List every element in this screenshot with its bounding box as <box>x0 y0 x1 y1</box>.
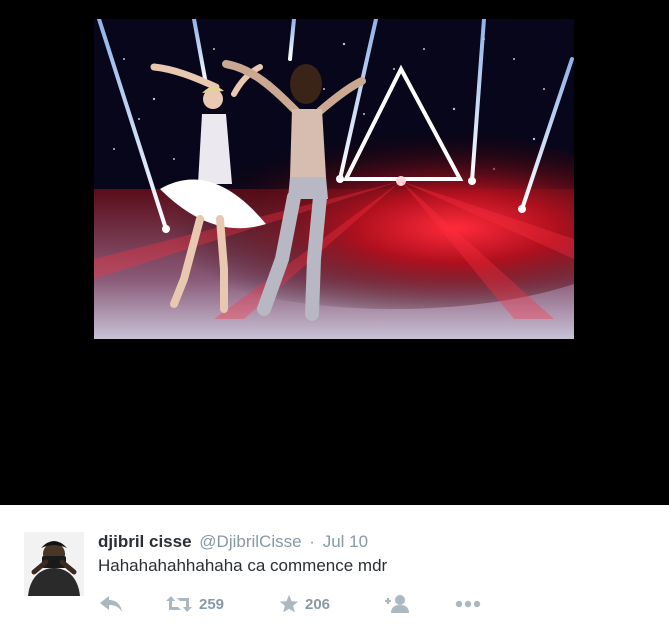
follow-icon <box>385 595 409 613</box>
tweet-photo[interactable] <box>94 19 574 339</box>
star-icon <box>279 595 299 613</box>
retweet-button[interactable]: 259 <box>165 593 224 615</box>
user-handle[interactable]: @DjibrilCisse <box>199 532 301 551</box>
avatar-photo <box>24 532 84 596</box>
follow-button[interactable] <box>384 593 412 615</box>
reply-icon <box>100 596 122 612</box>
display-name[interactable]: djibril cisse <box>98 532 192 551</box>
favorite-button[interactable]: 206 <box>279 593 330 615</box>
retweet-count: 259 <box>199 595 225 613</box>
tweet-text: Hahahahahhahaha ca commence mdr <box>98 556 388 575</box>
reply-button[interactable] <box>99 593 123 615</box>
tweet-header: djibril cisse @DjibrilCisse · Jul 10 <box>98 532 368 552</box>
timestamp[interactable]: Jul 10 <box>323 532 368 551</box>
avatar[interactable] <box>24 532 84 596</box>
more-dots-icon <box>455 600 481 608</box>
favorite-count: 206 <box>305 595 331 613</box>
header-separator: · <box>309 532 315 551</box>
media-area <box>0 0 669 505</box>
dance-stage-image <box>94 19 574 339</box>
tweet-actions: 259 206 <box>0 593 669 615</box>
more-button[interactable] <box>455 593 481 615</box>
retweet-icon <box>166 596 192 612</box>
